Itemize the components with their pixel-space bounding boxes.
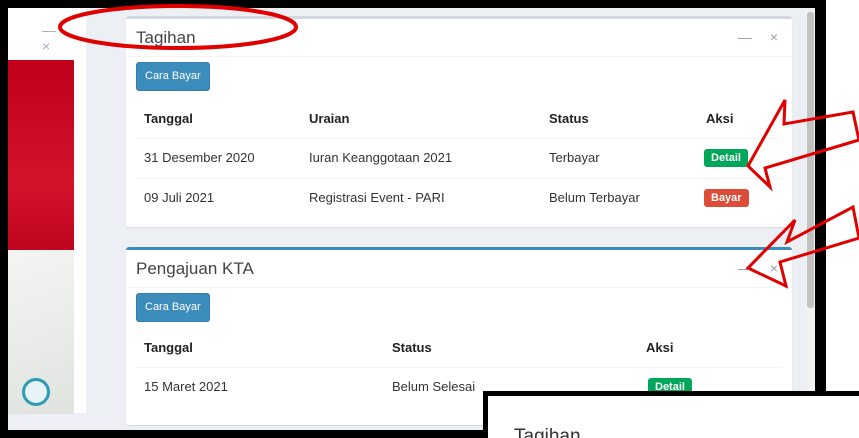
- tagihan-header: Tagihan — ×: [126, 19, 792, 57]
- profile-box: — ×: [8, 8, 86, 414]
- cell-tanggal: 09 Juli 2021: [144, 190, 215, 205]
- bayar-button[interactable]: Bayar: [704, 189, 749, 207]
- minimize-icon[interactable]: —: [738, 29, 752, 45]
- tagihan-tools: — ×: [724, 29, 778, 45]
- column-header-aksi: Aksi: [646, 340, 674, 355]
- column-header-tanggal: Tanggal: [144, 111, 193, 126]
- minimize-icon[interactable]: —: [42, 22, 56, 38]
- pengajuan-title: Pengajuan KTA: [136, 259, 254, 278]
- scrollbar-thumb[interactable]: [807, 12, 814, 308]
- pengajuan-tools: — ×: [724, 260, 778, 276]
- profile-photo: [8, 60, 74, 414]
- cell-status: Terbayar: [549, 150, 600, 165]
- column-header-status: Status: [392, 340, 432, 355]
- cell-tanggal: 31 Desember 2020: [144, 150, 255, 165]
- column-header-tanggal: Tanggal: [144, 340, 193, 355]
- table-header-row: Tanggal Uraian Status Aksi: [136, 103, 782, 139]
- close-icon[interactable]: ×: [770, 260, 778, 276]
- close-icon[interactable]: ×: [42, 38, 50, 54]
- cell-status: Belum Selesai: [392, 379, 476, 394]
- cell-uraian: Iuran Keanggotaan 2021: [309, 150, 453, 165]
- cell-tanggal: 15 Maret 2021: [144, 379, 228, 394]
- tagihan-title: Tagihan: [136, 28, 196, 47]
- column-header-aksi: Aksi: [706, 111, 734, 126]
- cara-bayar-button[interactable]: Cara Bayar: [136, 62, 210, 91]
- table-header-row: Tanggal Status Aksi: [136, 332, 782, 368]
- table-row: 31 Desember 2020 Iuran Keanggotaan 2021 …: [136, 139, 782, 179]
- tagihan-table: Tanggal Uraian Status Aksi 31 Desember 2…: [136, 103, 782, 219]
- column-header-uraian: Uraian: [309, 111, 350, 126]
- detail-button[interactable]: Detail: [704, 149, 748, 167]
- profile-photo-badge: [22, 378, 50, 406]
- screenshot-frame: — × Tagihan — × Cara Bayar Tanggal Uraia…: [0, 0, 826, 438]
- scrollbar[interactable]: [806, 8, 815, 430]
- minimize-icon[interactable]: —: [738, 260, 752, 276]
- cara-bayar-button[interactable]: Cara Bayar: [136, 293, 210, 322]
- overlay-title: Tagihan: [514, 426, 581, 438]
- pengajuan-header: Pengajuan KTA — ×: [126, 250, 792, 288]
- column-header-status: Status: [549, 111, 589, 126]
- cell-uraian: Registrasi Event - PARI: [309, 190, 445, 205]
- close-icon[interactable]: ×: [770, 29, 778, 45]
- table-row: 09 Juli 2021 Registrasi Event - PARI Bel…: [136, 179, 782, 219]
- overlay-window: Tagihan: [483, 391, 859, 438]
- profile-box-tools: — ×: [42, 22, 86, 54]
- cell-status: Belum Terbayar: [549, 190, 640, 205]
- tagihan-box: Tagihan — × Cara Bayar Tanggal Uraian St…: [126, 16, 792, 227]
